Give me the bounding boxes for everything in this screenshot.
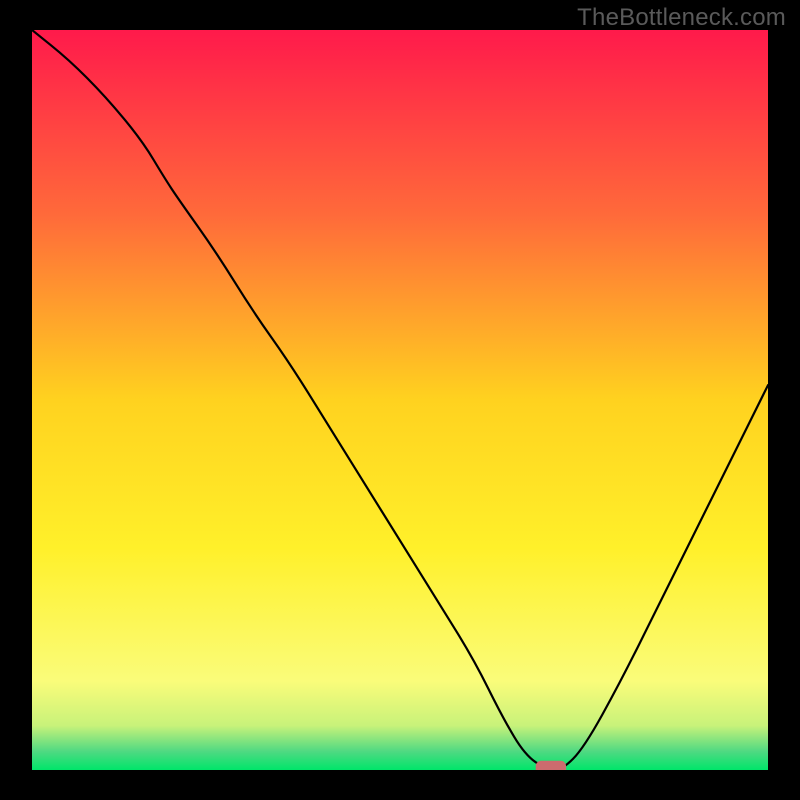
watermark-text: TheBottleneck.com bbox=[577, 4, 786, 32]
chart-frame: TheBottleneck.com bbox=[0, 0, 800, 800]
optimal-point-marker bbox=[536, 761, 565, 770]
bottleneck-plot bbox=[32, 30, 768, 770]
